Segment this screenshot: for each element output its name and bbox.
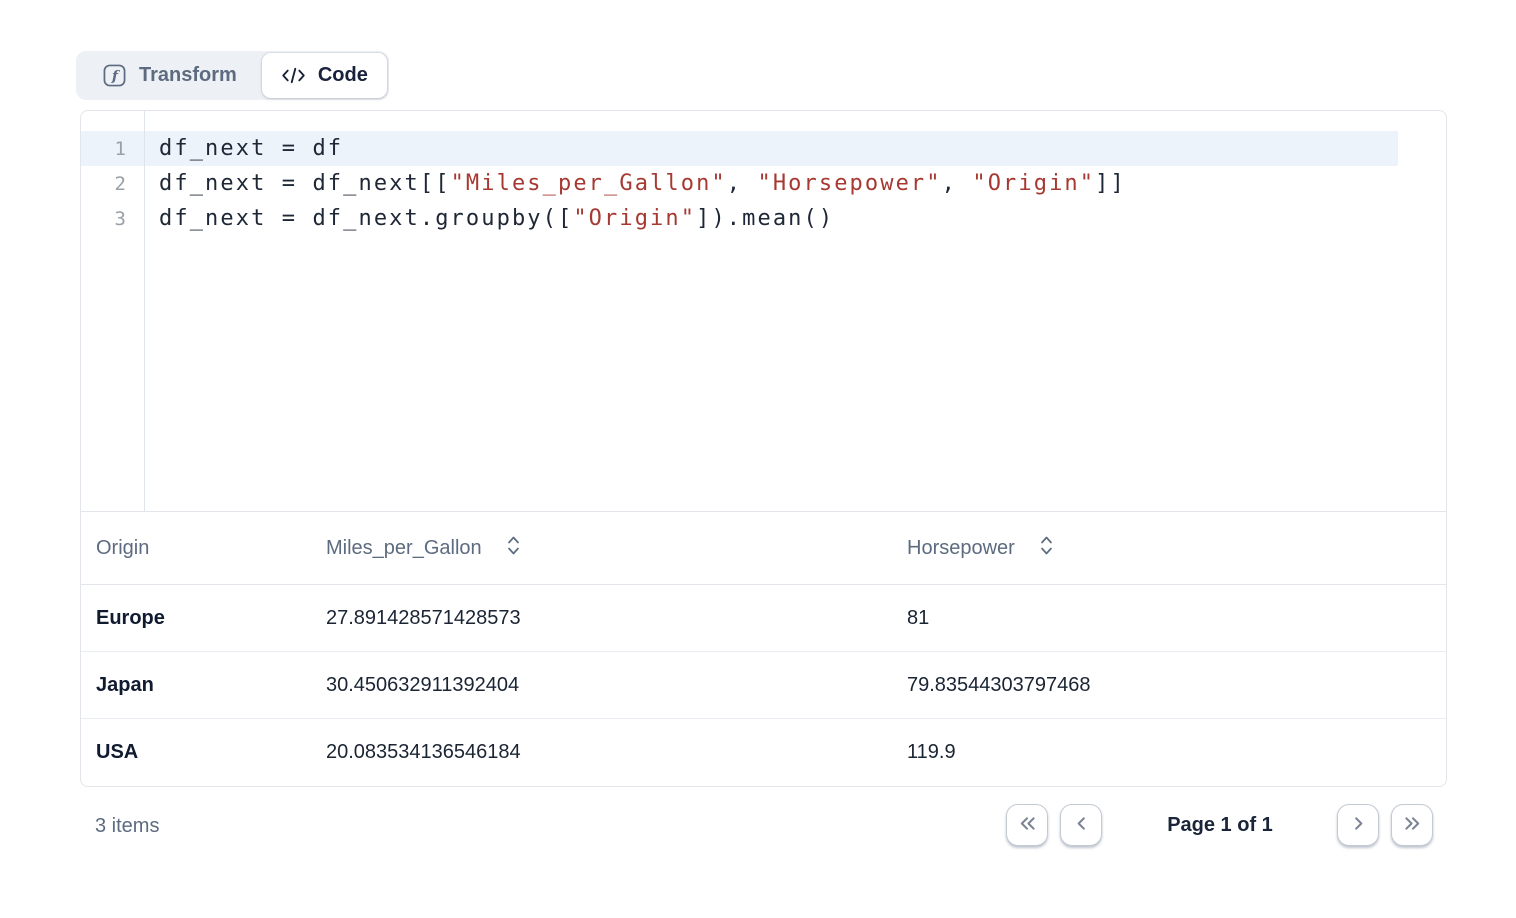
dataframe-transform-cell: f Transform Code 1 df_next = df bbox=[0, 0, 1516, 918]
chevrons-right-icon bbox=[1403, 815, 1422, 835]
cell-miles-per-gallon: 30.450632911392404 bbox=[326, 674, 907, 697]
cell-panel: 1 df_next = df 2 df_next = df_next[["Mil… bbox=[80, 110, 1447, 787]
code-token: , bbox=[942, 171, 973, 196]
code-line-1[interactable]: 1 df_next = df bbox=[81, 131, 1398, 166]
code-token-string: "Origin" bbox=[573, 206, 696, 231]
code-text: df_next = df_next[["Miles_per_Gallon", "… bbox=[144, 171, 1126, 196]
column-label: Miles_per_Gallon bbox=[326, 537, 482, 560]
code-text: df_next = df bbox=[144, 136, 343, 161]
code-token-string: "Origin" bbox=[972, 171, 1095, 196]
chevron-left-icon bbox=[1072, 815, 1091, 835]
cell-horsepower: 79.83544303797468 bbox=[907, 674, 1431, 697]
code-token: ]).mean() bbox=[696, 206, 834, 231]
column-header-horsepower[interactable]: Horsepower bbox=[907, 535, 1431, 562]
cell-miles-per-gallon: 20.083534136546184 bbox=[326, 741, 907, 764]
table-row: USA 20.083534136546184 119.9 bbox=[81, 719, 1446, 786]
cell-origin: Japan bbox=[96, 674, 326, 697]
tab-transform[interactable]: f Transform bbox=[78, 53, 262, 98]
code-line-3[interactable]: 3 df_next = df_next.groupby(["Origin"]).… bbox=[81, 201, 1398, 236]
column-label: Origin bbox=[96, 537, 149, 560]
tab-code[interactable]: Code bbox=[262, 53, 387, 98]
view-switcher: f Transform Code bbox=[76, 51, 389, 100]
cell-origin: Europe bbox=[96, 607, 326, 630]
sort-updown-icon[interactable] bbox=[506, 535, 521, 562]
column-label: Horsepower bbox=[907, 537, 1015, 560]
cell-origin: USA bbox=[96, 741, 326, 764]
table-row: Japan 30.450632911392404 79.835443037974… bbox=[81, 652, 1446, 719]
svg-text:f: f bbox=[111, 68, 121, 84]
code-token: ]] bbox=[1095, 171, 1126, 196]
chevron-right-icon bbox=[1349, 815, 1368, 835]
first-page-button[interactable] bbox=[1006, 804, 1048, 846]
line-number: 1 bbox=[81, 138, 144, 160]
page-indicator: Page 1 of 1 bbox=[1140, 814, 1300, 837]
sort-updown-icon[interactable] bbox=[1039, 535, 1054, 562]
column-header-origin: Origin bbox=[96, 537, 326, 560]
cell-horsepower: 119.9 bbox=[907, 741, 1431, 764]
code-token-string: "Miles_per_Gallon" bbox=[451, 171, 727, 196]
table-row: Europe 27.891428571428573 81 bbox=[81, 585, 1446, 652]
table-header-row: Origin Miles_per_Gallon Horsepower bbox=[81, 512, 1446, 585]
gutter-separator bbox=[144, 111, 145, 511]
code-token: df_next = df bbox=[159, 136, 343, 161]
cell-horsepower: 81 bbox=[907, 607, 1431, 630]
code-token: , bbox=[727, 171, 758, 196]
line-number: 2 bbox=[81, 173, 144, 195]
code-editor[interactable]: 1 df_next = df 2 df_next = df_next[["Mil… bbox=[81, 111, 1446, 512]
code-text: df_next = df_next.groupby(["Origin"]).me… bbox=[144, 206, 834, 231]
line-number: 3 bbox=[81, 208, 144, 230]
code-icon bbox=[281, 66, 306, 85]
cell-miles-per-gallon: 27.891428571428573 bbox=[326, 607, 907, 630]
previous-page-button[interactable] bbox=[1060, 804, 1102, 846]
chevrons-left-icon bbox=[1018, 815, 1037, 835]
code-token: df_next = df_next.groupby([ bbox=[159, 206, 573, 231]
next-page-button[interactable] bbox=[1337, 804, 1379, 846]
code-line-2[interactable]: 2 df_next = df_next[["Miles_per_Gallon",… bbox=[81, 166, 1398, 201]
items-count: 3 items bbox=[95, 815, 159, 838]
code-token-string: "Horsepower" bbox=[757, 171, 941, 196]
tab-transform-label: Transform bbox=[139, 64, 237, 87]
column-header-miles-per-gallon[interactable]: Miles_per_Gallon bbox=[326, 535, 907, 562]
function-icon: f bbox=[103, 64, 126, 87]
last-page-button[interactable] bbox=[1391, 804, 1433, 846]
tab-code-label: Code bbox=[318, 64, 368, 87]
code-token: df_next = df_next[[ bbox=[159, 171, 451, 196]
